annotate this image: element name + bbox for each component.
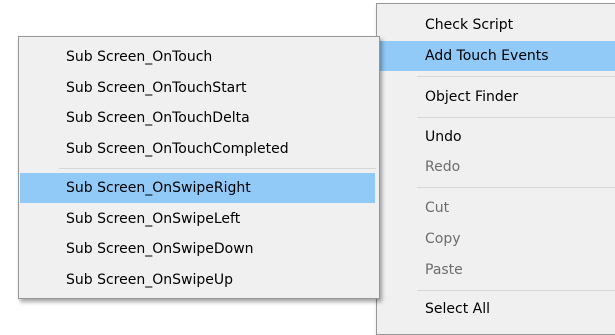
menu-separator bbox=[417, 290, 615, 291]
menu-item-copy[interactable]: Copy bbox=[378, 224, 615, 254]
submenu-item-label: Sub Screen_OnTouchStart bbox=[66, 80, 247, 96]
menu-item-redo[interactable]: Redo bbox=[378, 152, 615, 182]
menu-item-label: Select All bbox=[425, 301, 490, 317]
submenu-item-on-touch-completed[interactable]: Sub Screen_OnTouchCompleted bbox=[20, 134, 375, 164]
menu-item-undo[interactable]: Undo bbox=[378, 122, 615, 152]
submenu-item-on-swipe-left[interactable]: Sub Screen_OnSwipeLeft bbox=[20, 204, 375, 234]
submenu-separator bbox=[59, 168, 376, 169]
submenu-item-on-touch-delta[interactable]: Sub Screen_OnTouchDelta bbox=[20, 103, 375, 133]
menu-item-label: Paste bbox=[425, 262, 463, 278]
submenu-item-label: Sub Screen_OnTouchCompleted bbox=[66, 141, 289, 157]
menu-separator bbox=[417, 76, 615, 77]
menu-item-check-script[interactable]: Check Script bbox=[378, 10, 615, 40]
context-menu: Check Script Add Touch Events › Object F… bbox=[376, 3, 615, 335]
menu-item-add-touch-events[interactable]: Add Touch Events › bbox=[378, 41, 615, 71]
menu-item-label: Check Script bbox=[425, 17, 514, 33]
submenu-item-label: Sub Screen_OnTouch bbox=[66, 49, 213, 65]
submenu-item-label: Sub Screen_OnSwipeUp bbox=[66, 272, 233, 288]
menu-item-label: Undo bbox=[425, 129, 462, 145]
submenu-item-on-swipe-down[interactable]: Sub Screen_OnSwipeDown bbox=[20, 234, 375, 264]
submenu-item-label: Sub Screen_OnSwipeRight bbox=[66, 180, 251, 196]
menu-item-paste[interactable]: Paste bbox=[378, 255, 615, 285]
submenu-item-on-swipe-right[interactable]: Sub Screen_OnSwipeRight bbox=[20, 173, 375, 203]
menu-item-object-finder[interactable]: Object Finder bbox=[378, 82, 615, 112]
menu-item-cut[interactable]: Cut bbox=[378, 193, 615, 223]
menu-item-label: Redo bbox=[425, 159, 461, 175]
menu-item-label: Add Touch Events bbox=[425, 48, 549, 64]
submenu-item-label: Sub Screen_OnTouchDelta bbox=[66, 110, 250, 126]
submenu-item-on-swipe-up[interactable]: Sub Screen_OnSwipeUp bbox=[20, 265, 375, 295]
submenu-item-label: Sub Screen_OnSwipeLeft bbox=[66, 211, 241, 227]
menu-item-label: Object Finder bbox=[425, 89, 519, 105]
submenu-item-on-touch[interactable]: Sub Screen_OnTouch bbox=[20, 42, 375, 72]
menu-item-label: Copy bbox=[425, 231, 461, 247]
touch-events-submenu: Sub Screen_OnTouch Sub Screen_OnTouchSta… bbox=[18, 36, 380, 299]
submenu-item-label: Sub Screen_OnSwipeDown bbox=[66, 241, 254, 257]
menu-item-label: Cut bbox=[425, 200, 450, 216]
menu-item-select-all[interactable]: Select All bbox=[378, 294, 615, 324]
menu-separator bbox=[417, 117, 615, 118]
menu-separator bbox=[417, 187, 615, 188]
submenu-item-on-touch-start[interactable]: Sub Screen_OnTouchStart bbox=[20, 73, 375, 103]
